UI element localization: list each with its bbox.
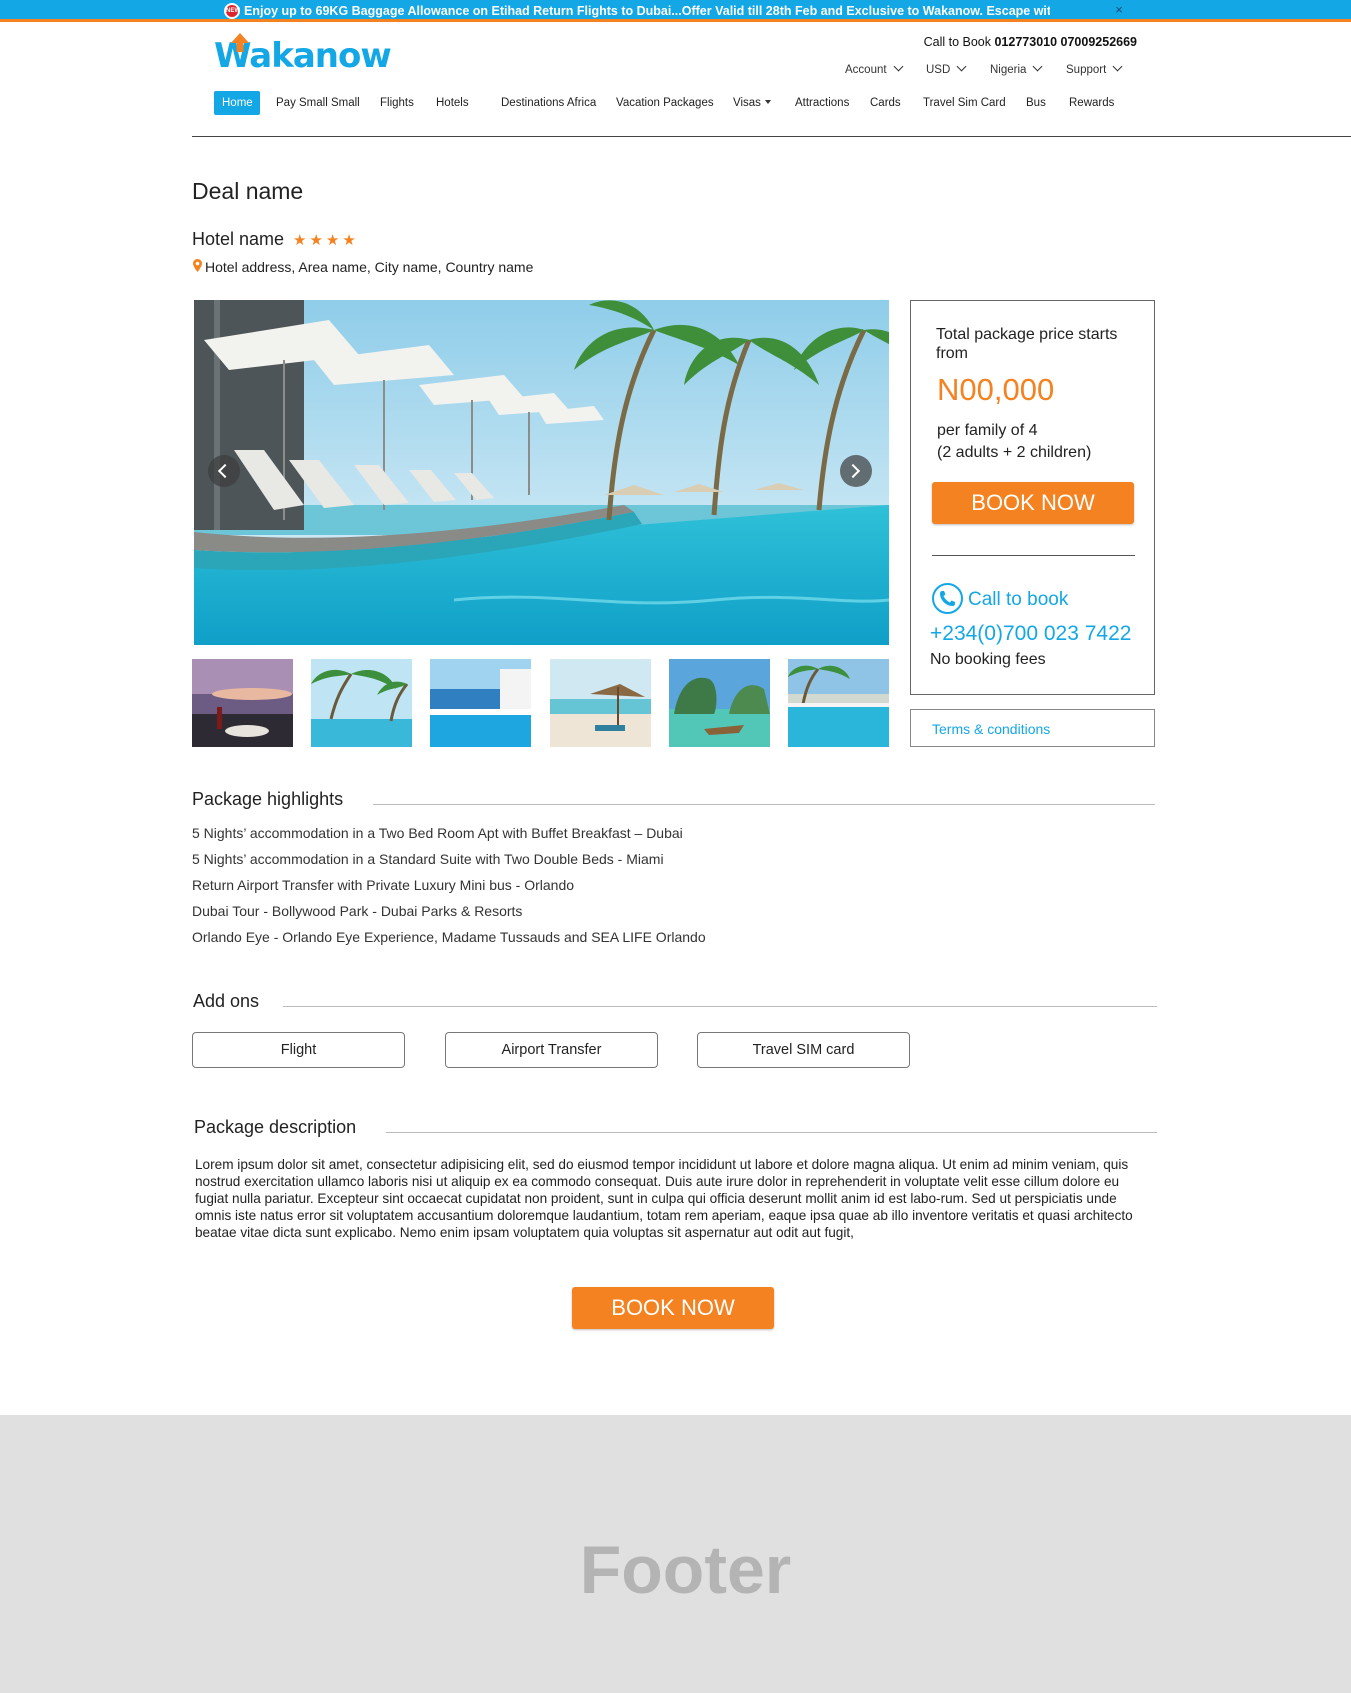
gallery-thumbnail[interactable] xyxy=(430,659,531,747)
call-numbers: 012773010 07009252669 xyxy=(994,35,1137,49)
per-family-composition: (2 adults + 2 children) xyxy=(937,444,1092,461)
logo-arrow-icon xyxy=(231,33,249,52)
call-label: Call to Book xyxy=(923,35,995,49)
hotel-name: Hotel name xyxy=(192,229,285,249)
per-family-text: per family of 4 (2 adults + 2 children) xyxy=(937,420,1147,464)
gallery-thumbnail[interactable] xyxy=(192,659,293,747)
package-description: Lorem ipsum dolor sit amet, consectetur … xyxy=(195,1157,1133,1240)
highlight-item: Dubai Tour - Bollywood Park - Dubai Park… xyxy=(192,903,523,919)
nav-rewards[interactable]: Rewards xyxy=(1069,91,1114,115)
no-booking-fees: No booking fees xyxy=(930,651,1046,668)
gallery-prev-button[interactable] xyxy=(208,455,240,487)
call-to-book-label: Call to book xyxy=(968,589,1069,610)
country-label: Nigeria xyxy=(990,64,1027,76)
footer-placeholder: Footer xyxy=(579,1532,792,1608)
highlights-title: Package highlights xyxy=(192,789,344,809)
nav-flights[interactable]: Flights xyxy=(380,91,414,115)
gallery-thumbnail[interactable] xyxy=(311,659,412,747)
chevron-left-icon xyxy=(217,463,233,479)
chevron-down-icon xyxy=(893,61,904,72)
gallery-thumbnail[interactable] xyxy=(669,659,770,747)
bottom-book-now-button[interactable]: BOOK NOW xyxy=(572,1287,774,1329)
nav-pay-small-small[interactable]: Pay Small Small xyxy=(276,91,360,115)
addon-travel-sim-button[interactable]: Travel SIM card xyxy=(697,1032,910,1068)
nav-vacation-packages[interactable]: Vacation Packages xyxy=(616,91,714,115)
promo-banner[interactable]: NEW Enjoy up to 69KG Baggage Allowance o… xyxy=(0,0,1351,22)
gallery-thumbnail[interactable] xyxy=(550,659,651,747)
highlight-item: Orlando Eye - Orlando Eye Experience, Ma… xyxy=(192,929,706,945)
star-rating-icon: ★★★★ xyxy=(293,232,359,249)
nav-bus[interactable]: Bus xyxy=(1026,91,1046,115)
main-gallery-image xyxy=(194,300,889,645)
nav-visas[interactable]: Visas xyxy=(733,91,771,115)
nav-travel-sim-card[interactable]: Travel Sim Card xyxy=(923,91,1006,115)
phone-icon xyxy=(932,583,963,614)
addon-airport-transfer-button[interactable]: Airport Transfer xyxy=(445,1032,658,1068)
currency-menu[interactable]: USD xyxy=(926,61,967,76)
account-label: Account xyxy=(845,64,887,76)
nav-destinations-africa[interactable]: Destinations Africa xyxy=(501,91,596,115)
terms-label: Terms & conditions xyxy=(932,721,1051,737)
section-divider xyxy=(373,804,1155,805)
section-divider xyxy=(283,1006,1157,1007)
addons-title: Add ons xyxy=(193,991,260,1011)
highlight-item: 5 Nights’ accommodation in a Standard Su… xyxy=(192,851,664,867)
map-pin-icon xyxy=(193,259,202,272)
close-icon[interactable]: × xyxy=(1112,2,1126,18)
per-family-line: per family of 4 xyxy=(937,422,1038,439)
nav-visas-label: Visas xyxy=(733,97,761,109)
hotel-address: Hotel address, Area name, City name, Cou… xyxy=(205,259,534,275)
addon-flight-button[interactable]: Flight xyxy=(192,1032,405,1068)
country-menu[interactable]: Nigeria xyxy=(990,61,1043,76)
highlight-item: Return Airport Transfer with Private Lux… xyxy=(192,877,575,893)
price-label: Total package price starts from xyxy=(936,326,1118,362)
section-divider xyxy=(386,1132,1157,1133)
call-phone-number[interactable]: +234(0)700 023 7422 xyxy=(930,622,1131,646)
nav-attractions[interactable]: Attractions xyxy=(795,91,849,115)
chevron-down-icon xyxy=(1112,61,1123,72)
chevron-right-icon xyxy=(845,463,861,479)
terms-link[interactable]: Terms & conditions xyxy=(910,709,1155,747)
account-menu[interactable]: Account xyxy=(845,61,904,76)
promo-text[interactable]: Enjoy up to 69KG Baggage Allowance on Et… xyxy=(244,3,1050,19)
support-label: Support xyxy=(1066,64,1107,76)
new-badge-icon: NEW xyxy=(224,3,240,19)
nav-hotels[interactable]: Hotels xyxy=(436,91,469,115)
gallery-next-button[interactable] xyxy=(840,455,872,487)
highlight-item: 5 Nights’ accommodation in a Two Bed Roo… xyxy=(192,825,683,841)
book-now-button[interactable]: BOOK NOW xyxy=(932,482,1134,524)
gallery-thumbnail[interactable] xyxy=(788,659,889,747)
wakanow-logo[interactable]: Wakanow xyxy=(214,30,392,78)
caret-down-icon xyxy=(764,100,771,104)
nav-home[interactable]: Home xyxy=(214,91,260,115)
description-title: Package description xyxy=(194,1117,357,1137)
support-menu[interactable]: Support xyxy=(1066,61,1123,76)
header-call-to-book: Call to Book 012773010 07009252669 xyxy=(880,35,1137,49)
chevron-down-icon xyxy=(956,61,967,72)
footer: Footer xyxy=(0,1415,1351,1693)
currency-label: USD xyxy=(926,64,951,76)
price-box-divider xyxy=(932,555,1135,556)
package-price: N00,000 xyxy=(937,372,1055,407)
chevron-down-icon xyxy=(1032,61,1043,72)
nav-cards[interactable]: Cards xyxy=(870,91,901,115)
page-title: Deal name xyxy=(192,178,304,204)
header-divider xyxy=(192,136,1351,137)
